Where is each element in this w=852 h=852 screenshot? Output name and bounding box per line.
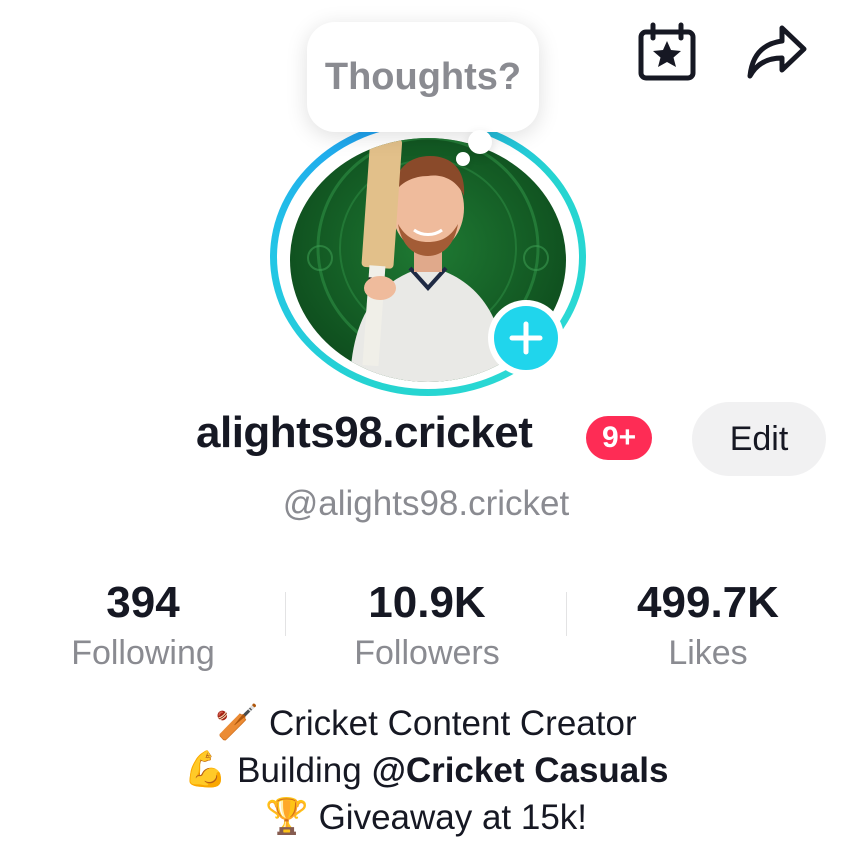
stat-value: 499.7K	[637, 578, 779, 627]
stat-divider	[285, 592, 286, 636]
add-story-button[interactable]	[488, 300, 564, 376]
plus-icon	[509, 321, 543, 355]
thoughts-bubble-text: Thoughts?	[324, 55, 522, 98]
thought-bubble-tail	[468, 130, 492, 154]
bio-text: Building	[237, 751, 362, 790]
stat-label: Followers	[354, 634, 500, 672]
stat-label: Likes	[668, 634, 748, 672]
edit-profile-button[interactable]: Edit	[692, 402, 826, 476]
stat-divider	[566, 592, 567, 636]
profile-stats: 394 Following 10.9K Followers 499.7K Lik…	[0, 578, 852, 678]
stat-likes[interactable]: 499.7K Likes	[583, 578, 833, 673]
cricket-bat-icon: 🏏	[215, 703, 259, 743]
share-arrow-icon[interactable]	[744, 20, 810, 86]
top-actions	[634, 20, 810, 86]
stat-value: 394	[106, 578, 180, 627]
bio-line: 🏏 Cricket Content Creator	[0, 700, 852, 747]
thought-bubble-tail-small	[456, 152, 470, 166]
profile-name-row: alights98.cricket 9+ Edit	[0, 402, 852, 476]
flexed-biceps-icon: 💪	[183, 750, 228, 790]
bio-mention-link[interactable]: @Cricket Casuals	[372, 747, 669, 794]
profile-handle: @alights98.cricket	[282, 484, 570, 523]
thoughts-bubble[interactable]: Thoughts?	[307, 22, 539, 132]
bio-text: Giveaway at 15k!	[318, 798, 588, 837]
profile-bio: 🏏 Cricket Content Creator 💪 Building @Cr…	[0, 700, 852, 841]
bio-line: 🏆 Giveaway at 15k!	[0, 794, 852, 841]
calendar-star-icon[interactable]	[634, 20, 700, 86]
stat-value: 10.9K	[368, 578, 486, 627]
notification-badge[interactable]: 9+	[586, 416, 653, 460]
bio-line: 💪 Building @Cricket Casuals	[0, 747, 852, 794]
stat-following[interactable]: 394 Following	[18, 578, 268, 673]
stat-followers[interactable]: 10.9K Followers	[302, 578, 552, 673]
username: alights98.cricket	[196, 408, 533, 457]
stat-label: Following	[71, 634, 215, 672]
trophy-icon: 🏆	[264, 797, 309, 837]
bio-text: Cricket Content Creator	[268, 704, 637, 743]
